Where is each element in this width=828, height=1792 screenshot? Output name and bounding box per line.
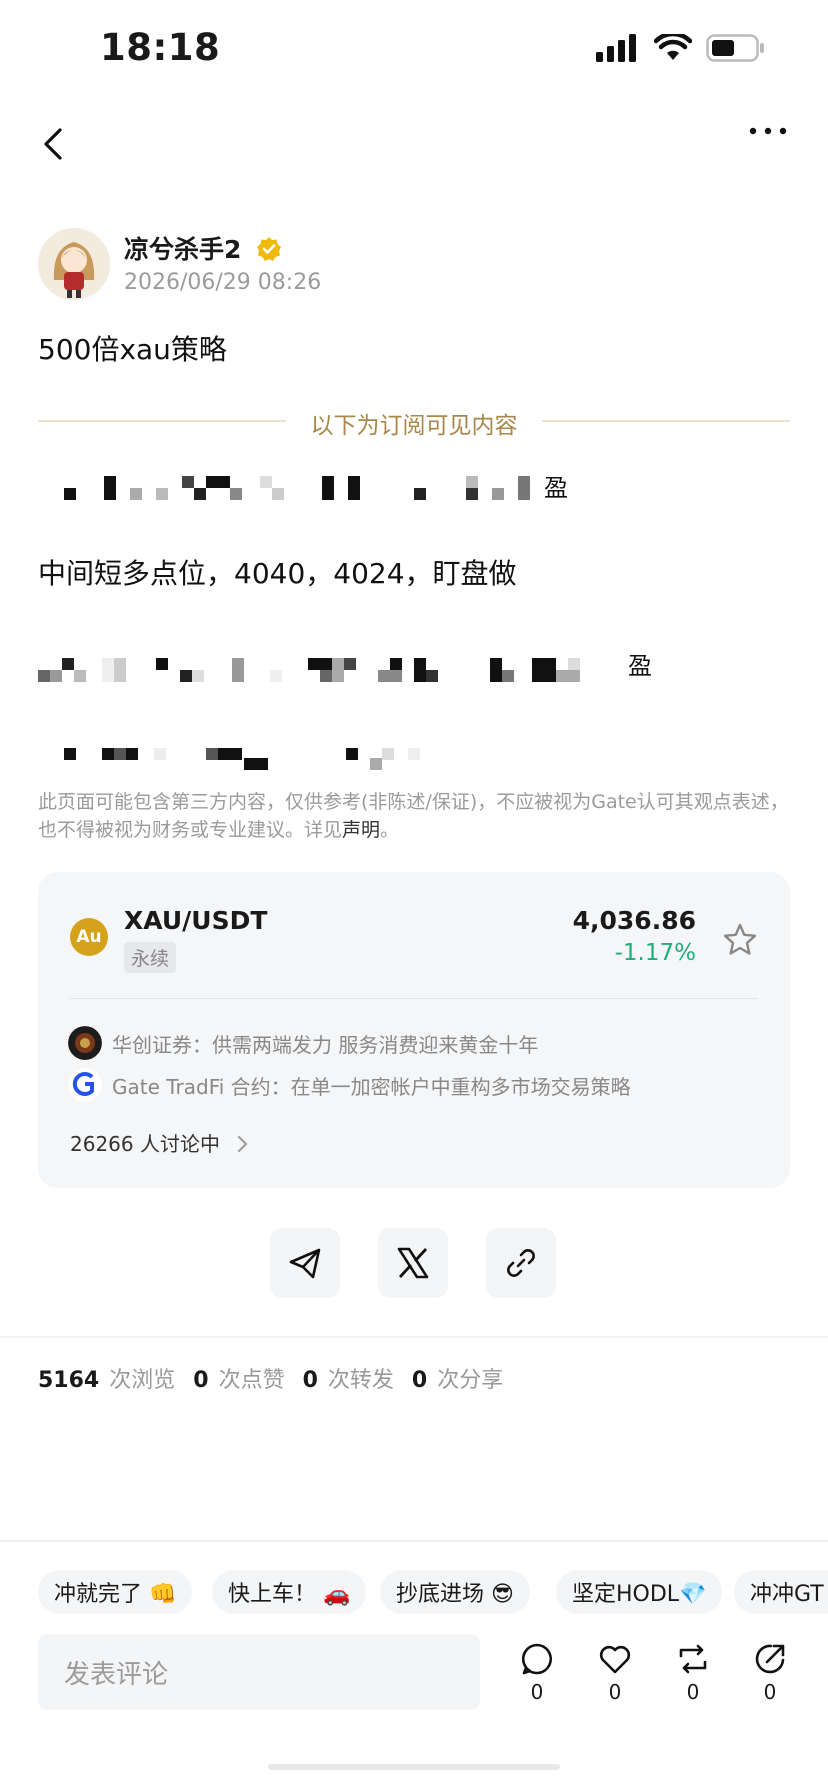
repost-icon xyxy=(679,1644,707,1674)
share-icon xyxy=(755,1644,785,1674)
section-divider xyxy=(0,1336,828,1338)
chevron-right-icon xyxy=(238,1136,248,1152)
comment-icon xyxy=(521,1643,553,1675)
page: { "status_bar": {"time": "18:18"}, "post… xyxy=(0,0,828,1792)
price: 4,036.86 xyxy=(572,906,696,935)
disclaimer-end: 。 xyxy=(380,819,400,841)
favorite-star-icon[interactable] xyxy=(722,922,758,958)
comment-input[interactable]: 发表评论 xyxy=(38,1634,480,1710)
subscription-divider-label: 以下为订阅可见内容 xyxy=(310,413,518,439)
share-count: 0 xyxy=(763,1680,777,1704)
views-label: 次浏览 xyxy=(109,1368,176,1393)
price-change: -1.17% xyxy=(614,940,696,966)
verified-icon xyxy=(257,237,281,261)
trading-pair[interactable]: XAU/USDT xyxy=(124,906,267,935)
avatar-image xyxy=(38,228,110,300)
x-logo-icon xyxy=(397,1247,429,1279)
quick-reply-chip[interactable]: 冲冲GT xyxy=(734,1570,828,1614)
like-action[interactable]: 0 xyxy=(590,1642,640,1704)
discussion-link[interactable]: 26266 人讨论中 xyxy=(70,1128,250,1157)
reposts-count: 0 xyxy=(302,1368,318,1393)
likes-label: 次点赞 xyxy=(218,1368,285,1393)
battery-icon xyxy=(706,34,764,62)
copy-link-button[interactable] xyxy=(486,1228,556,1298)
share-action[interactable]: 0 xyxy=(745,1642,795,1704)
comment-count: 0 xyxy=(530,1680,544,1704)
telegram-share-button[interactable] xyxy=(270,1228,340,1298)
avatar[interactable] xyxy=(38,228,110,300)
news-item[interactable]: 华创证券：供需两端发力 服务消费迎来黄金十年 xyxy=(68,1026,538,1060)
news-text: Gate TradFi 合约：在单一加密帐户中重构多市场交易策略 xyxy=(112,1074,631,1099)
news-source-icon xyxy=(68,1026,102,1060)
back-icon[interactable] xyxy=(36,126,72,162)
shares-count: 0 xyxy=(411,1368,428,1393)
quick-reply-chip[interactable]: 冲就完了 👊 xyxy=(38,1570,193,1614)
signal-icon xyxy=(596,34,636,62)
repost-action[interactable]: 0 xyxy=(668,1642,718,1704)
disclaimer-text: 此页面可能包含第三方内容，仅供参考(非陈述/保证)，不应被视为Gate认可其观点… xyxy=(38,791,789,841)
status-icons xyxy=(596,34,766,62)
market-card[interactable]: Au XAU/USDT 永续 4,036.86 -1.17% 华创证券：供需两端… xyxy=(38,872,790,1188)
wifi-icon xyxy=(654,34,692,60)
news-item[interactable]: Gate TradFi 合约：在单一加密帐户中重构多市场交易策略 xyxy=(68,1068,631,1102)
likes-count: 0 xyxy=(193,1368,209,1393)
coin-icon: Au xyxy=(70,918,108,956)
disclaimer: 此页面可能包含第三方内容，仅供参考(非陈述/保证)，不应被视为Gate认可其观点… xyxy=(38,788,790,844)
like-count: 0 xyxy=(608,1680,622,1704)
home-indicator xyxy=(268,1764,560,1770)
discussion-count: 26266 人讨论中 xyxy=(70,1132,220,1156)
post-title: 500倍xau策略 xyxy=(38,333,227,366)
views-count: 5164 xyxy=(38,1368,100,1393)
comment-action[interactable]: 0 xyxy=(512,1642,562,1704)
shares-label: 次分享 xyxy=(437,1368,504,1393)
quick-reply-chip[interactable]: 快上车！ 🚗 xyxy=(212,1570,367,1614)
x-share-button[interactable] xyxy=(378,1228,448,1298)
statement-link[interactable]: 声明 xyxy=(342,819,380,841)
reposts-label: 次转发 xyxy=(327,1368,394,1393)
bottom-comment-bar: 冲就完了 👊 快上车！ 🚗 抄底进场 😎 坚定HODL💎 冲冲GT 发表评论 0… xyxy=(0,1540,828,1792)
quick-reply-chip[interactable]: 抄底进场 😎 xyxy=(380,1570,530,1614)
gate-learn-icon xyxy=(68,1068,102,1102)
repost-count: 0 xyxy=(686,1680,700,1704)
news-text: 华创证券：供需两端发力 服务消费迎来黄金十年 xyxy=(112,1032,539,1057)
post-time: 2026/06/29 08:26 xyxy=(124,270,322,295)
heart-icon xyxy=(599,1645,631,1674)
obscured-text-line: 盈 xyxy=(38,650,658,690)
obscured-text-line xyxy=(38,740,458,772)
post-stats: 5164 次浏览 0 次点赞 0 次转发 0 次分享 xyxy=(38,1362,503,1394)
more-icon[interactable] xyxy=(748,126,788,136)
contract-type-badge: 永续 xyxy=(124,942,177,973)
author-name[interactable]: 凉兮杀手2 xyxy=(124,230,241,266)
obscured-text-line: 盈 xyxy=(38,470,598,510)
quick-reply-chip[interactable]: 坚定HODL💎 xyxy=(556,1570,723,1614)
status-time: 18:18 xyxy=(100,26,221,69)
visible-strategy-line: 中间短多点位，4040，4024，盯盘做 xyxy=(38,557,517,590)
telegram-icon xyxy=(289,1248,321,1279)
link-icon xyxy=(507,1249,535,1277)
card-separator xyxy=(70,998,758,999)
